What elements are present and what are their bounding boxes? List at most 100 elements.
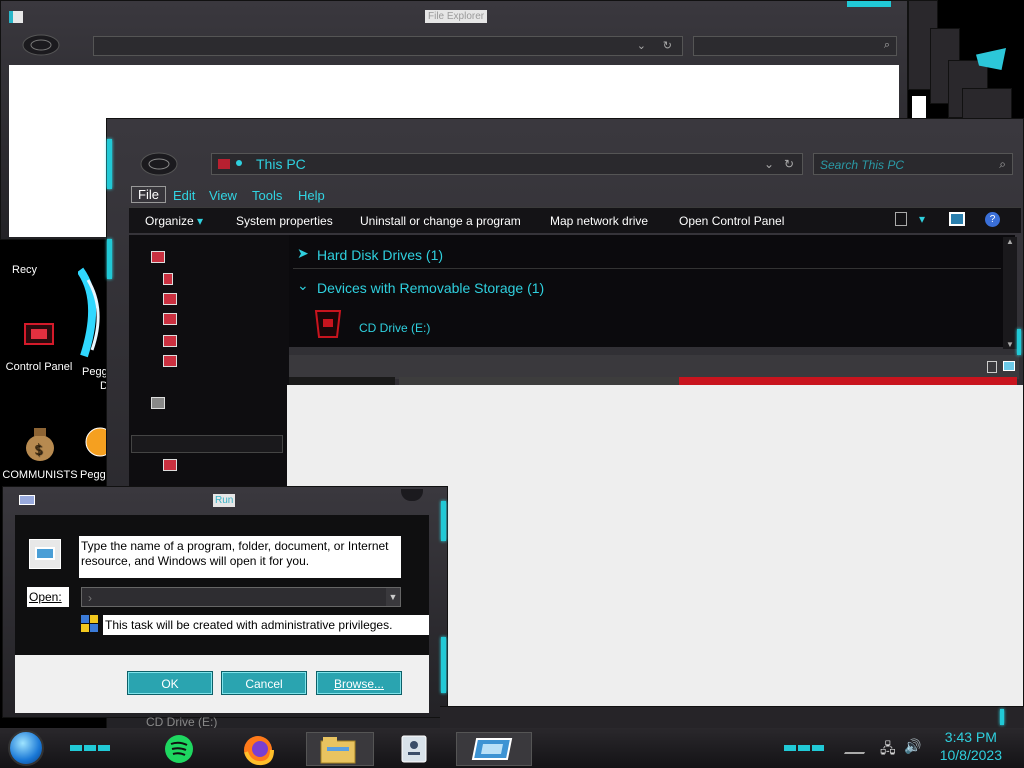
- taskbar-spotify[interactable]: [150, 732, 206, 766]
- taskbar-run[interactable]: [456, 732, 532, 766]
- nav-orb-icon[interactable]: [139, 151, 179, 177]
- network-icon[interactable]: 🖧: [880, 738, 896, 762]
- open-combobox[interactable]: › ▼: [81, 587, 401, 607]
- run-description: Type the name of a program, folder, docu…: [79, 536, 401, 578]
- cyan-edge-accent: [107, 239, 112, 279]
- organize-label: Organize: [145, 214, 194, 228]
- shield-quad: [81, 615, 89, 623]
- clock-date: 10/8/2023: [939, 747, 1002, 763]
- taskbar-clock[interactable]: 3:43 PM 10/8/2023: [940, 728, 1002, 764]
- scroll-up-icon[interactable]: ▲: [1006, 237, 1014, 246]
- cyan-edge-accent: [441, 637, 446, 693]
- breadcrumb-arrow-icon[interactable]: [236, 160, 242, 166]
- back-search-box[interactable]: ⌕: [693, 36, 897, 56]
- window-bottom-frame: [440, 706, 1024, 728]
- chevron-down-icon[interactable]: ⌄: [637, 39, 646, 52]
- menu-view[interactable]: View: [209, 188, 237, 203]
- desktop-icon-label: Control Panel: [5, 361, 73, 373]
- organize-button[interactable]: Organize ▾: [145, 214, 203, 228]
- back-window-titlebar[interactable]: File Explorer: [1, 1, 907, 33]
- system-properties-button[interactable]: System properties: [236, 214, 333, 228]
- preview-pane-icon[interactable]: [949, 212, 965, 226]
- group-label: Hard Disk Drives (1): [317, 247, 444, 263]
- refresh-icon[interactable]: ↻: [663, 39, 672, 52]
- svg-text:$: $: [34, 442, 43, 458]
- chevron-down-icon[interactable]: ⌄: [764, 157, 774, 171]
- search-icon[interactable]: ⌕: [884, 39, 890, 52]
- nav-tree-icon[interactable]: [163, 355, 177, 367]
- desktop-icon-label: Recy: [12, 264, 38, 276]
- nav-tree-icon[interactable]: [163, 273, 173, 285]
- desktop-icon-communists[interactable]: $ COMMUNISTS: [0, 424, 80, 481]
- cyan-dash: [784, 745, 796, 751]
- shield-quad: [81, 624, 89, 632]
- scroll-down-icon[interactable]: ▼: [1006, 340, 1014, 349]
- cyan-edge-accent: [1017, 329, 1021, 355]
- nav-tree-icon[interactable]: [163, 459, 177, 471]
- volume-icon[interactable]: 🔊: [904, 738, 921, 755]
- search-box[interactable]: Search This PC ⌕: [813, 153, 1013, 175]
- close-orb-icon[interactable]: [401, 489, 423, 501]
- uninstall-program-button[interactable]: Uninstall or change a program: [360, 214, 521, 228]
- quicklaunch-decor: [70, 738, 116, 751]
- cancel-button[interactable]: Cancel: [221, 671, 307, 695]
- nav-tree-icon[interactable]: [163, 335, 177, 347]
- start-button-orb-icon[interactable]: [8, 730, 44, 766]
- content-pane[interactable]: ➤ Hard Disk Drives (1) ⌄ Devices with Re…: [289, 235, 1015, 347]
- menu-tools[interactable]: Tools: [252, 188, 282, 203]
- desktop-icon-label: Pegg: [80, 469, 106, 481]
- menu-edit[interactable]: Edit: [173, 188, 195, 203]
- cd-drive-icon: [314, 310, 342, 338]
- browse-button[interactable]: Browse...: [316, 671, 402, 695]
- content-scrollbar[interactable]: ▲ ▼: [1003, 237, 1017, 349]
- show-hidden-icons-icon[interactable]: [843, 740, 873, 754]
- taskbar-device[interactable]: [388, 732, 444, 766]
- taskbar-firefox[interactable]: [230, 732, 286, 766]
- nav-tree-icon[interactable]: [151, 251, 165, 263]
- desktop-icon-pegg-2[interactable]: Pegg: [80, 424, 108, 481]
- cd-drive-label: CD Drive (E:): [359, 321, 431, 335]
- open-control-panel-button[interactable]: Open Control Panel: [679, 214, 784, 228]
- details-view-icon[interactable]: [987, 361, 997, 373]
- run-title-icon: [19, 495, 35, 505]
- nav-tree-icon[interactable]: [163, 293, 177, 305]
- desktop-icon-control-panel[interactable]: Control Panel: [0, 318, 78, 373]
- back-address-bar[interactable]: ⌄ ↻: [93, 36, 683, 56]
- cyan-dash: [812, 745, 824, 751]
- nav-this-pc-row[interactable]: [131, 435, 283, 453]
- group-header-removable-storage[interactable]: ⌄ Devices with Removable Storage (1): [293, 275, 1001, 301]
- desktop-icon-pegg[interactable]: Pegg De: [78, 260, 108, 400]
- help-icon[interactable]: ?: [985, 212, 1000, 227]
- refresh-icon[interactable]: ↻: [784, 157, 794, 171]
- menu-file[interactable]: File: [131, 186, 166, 203]
- nav-tree-icon[interactable]: [163, 313, 177, 325]
- nav-orb-icon[interactable]: [21, 33, 61, 57]
- chevron-down-icon[interactable]: ⌄: [297, 277, 309, 294]
- taskbar-file-explorer[interactable]: [306, 732, 374, 766]
- address-bar[interactable]: This PC ⌄ ↻: [211, 153, 803, 175]
- command-bar: Organize ▾ System properties Uninstall o…: [129, 207, 1021, 233]
- cyan-edge-accent: [107, 139, 112, 189]
- chevron-right-icon[interactable]: ➤: [297, 245, 309, 262]
- ok-button[interactable]: OK: [127, 671, 213, 695]
- menu-help[interactable]: Help: [298, 188, 325, 203]
- desktop-icon-label: COMMUNISTS: [2, 469, 78, 481]
- tray-decor: [784, 738, 830, 751]
- shield-quad: [90, 615, 98, 623]
- tiles-view-icon[interactable]: [1003, 361, 1015, 371]
- chevron-down-icon[interactable]: ▼: [386, 588, 400, 606]
- cyan-dash: [798, 745, 810, 751]
- group-header-hard-disk-drives[interactable]: ➤ Hard Disk Drives (1): [293, 243, 1001, 269]
- search-icon[interactable]: ⌕: [999, 157, 1006, 172]
- run-dialog[interactable]: Run Type the name of a program, folder, …: [2, 486, 448, 718]
- desktop-icon-recycle-bin[interactable]: Recy: [0, 240, 60, 276]
- cd-drive-item[interactable]: CD Drive (E:): [313, 307, 473, 343]
- view-options-icon[interactable]: [895, 212, 907, 226]
- homegroup-icon[interactable]: [151, 397, 165, 409]
- desktop-icon-label: Pegg: [82, 366, 108, 378]
- open-label: Open:: [27, 587, 69, 607]
- uac-shield-icon: [81, 615, 99, 633]
- input-caret-icon: ›: [88, 591, 92, 605]
- chevron-down-icon[interactable]: ▾: [919, 212, 925, 226]
- map-network-drive-button[interactable]: Map network drive: [550, 214, 648, 228]
